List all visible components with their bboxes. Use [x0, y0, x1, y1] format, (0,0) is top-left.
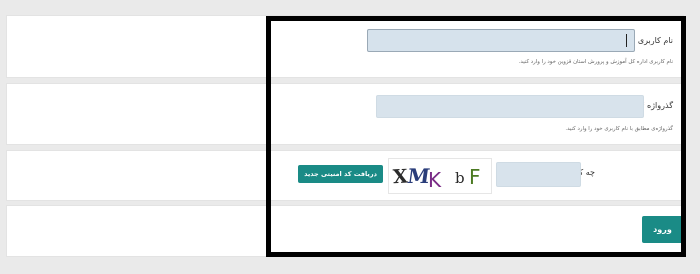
username-input[interactable]: [367, 29, 635, 52]
captcha-input[interactable]: [496, 162, 581, 187]
submit-card: [7, 206, 683, 256]
svg-text:F: F: [469, 165, 481, 189]
password-help-text: گذرواژه‌ی مطابق با نام کاربری خود را وار…: [565, 126, 673, 132]
text-caret: [626, 34, 627, 47]
refresh-captcha-button[interactable]: دریافت کد امنیتی جدید: [298, 165, 383, 183]
password-label: گذرواژه *: [639, 100, 673, 111]
password-label-text: گذرواژه: [646, 101, 673, 110]
svg-text:b: b: [455, 169, 465, 187]
login-button[interactable]: ورود: [642, 216, 683, 243]
username-help-text: نام کاربری اداره کل آموزش و پرورش استان …: [518, 59, 673, 65]
username-label: نام کاربری *: [630, 35, 673, 46]
password-input[interactable]: [376, 95, 644, 118]
username-label-text: نام کاربری: [637, 36, 673, 45]
captcha-image: X M K b F: [388, 158, 492, 194]
svg-text:K: K: [428, 168, 442, 192]
